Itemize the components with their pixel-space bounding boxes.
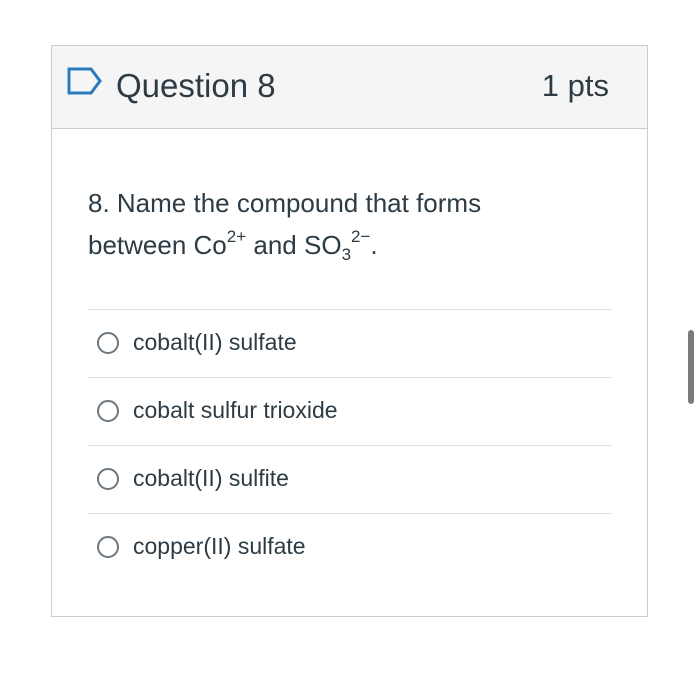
- radio-button[interactable]: [97, 332, 119, 354]
- question-text-prefix: between Co: [88, 230, 227, 260]
- answer-label: copper(II) sulfate: [133, 533, 306, 559]
- question-text-line1: 8. Name the compound that forms: [88, 188, 482, 218]
- question-card: Question 8 1 pts 8. Name the compound th…: [51, 45, 648, 617]
- answer-label: cobalt(II) sulfate: [133, 329, 297, 355]
- question-text: 8. Name the compound that forms between …: [88, 182, 568, 266]
- radio-button[interactable]: [97, 536, 119, 558]
- cation-charge: 2+: [226, 227, 247, 246]
- question-text-middle: and SO: [246, 230, 342, 260]
- answer-label: cobalt(II) sulfite: [133, 465, 289, 491]
- anion-charge: 2−: [351, 227, 371, 246]
- answer-option[interactable]: cobalt sulfur trioxide: [88, 377, 612, 445]
- flag-question-icon[interactable]: [66, 66, 104, 96]
- anion-subscript: 3: [341, 245, 352, 264]
- answer-label: cobalt sulfur trioxide: [133, 397, 338, 423]
- answer-list: cobalt(II) sulfate cobalt sulfur trioxid…: [88, 309, 612, 581]
- radio-button[interactable]: [97, 468, 119, 490]
- radio-button[interactable]: [97, 400, 119, 422]
- question-title: Question 8: [116, 67, 276, 104]
- answer-option[interactable]: cobalt(II) sulfate: [88, 309, 612, 377]
- scrollbar-thumb[interactable]: [688, 330, 694, 404]
- question-text-line2: between Co2+ and SO32−.: [88, 224, 568, 266]
- question-header: Question 8 1 pts: [52, 46, 647, 129]
- question-text-suffix: .: [370, 230, 378, 260]
- answer-option[interactable]: copper(II) sulfate: [88, 513, 612, 581]
- answer-option[interactable]: cobalt(II) sulfite: [88, 445, 612, 513]
- question-points: 1 pts: [541, 68, 609, 103]
